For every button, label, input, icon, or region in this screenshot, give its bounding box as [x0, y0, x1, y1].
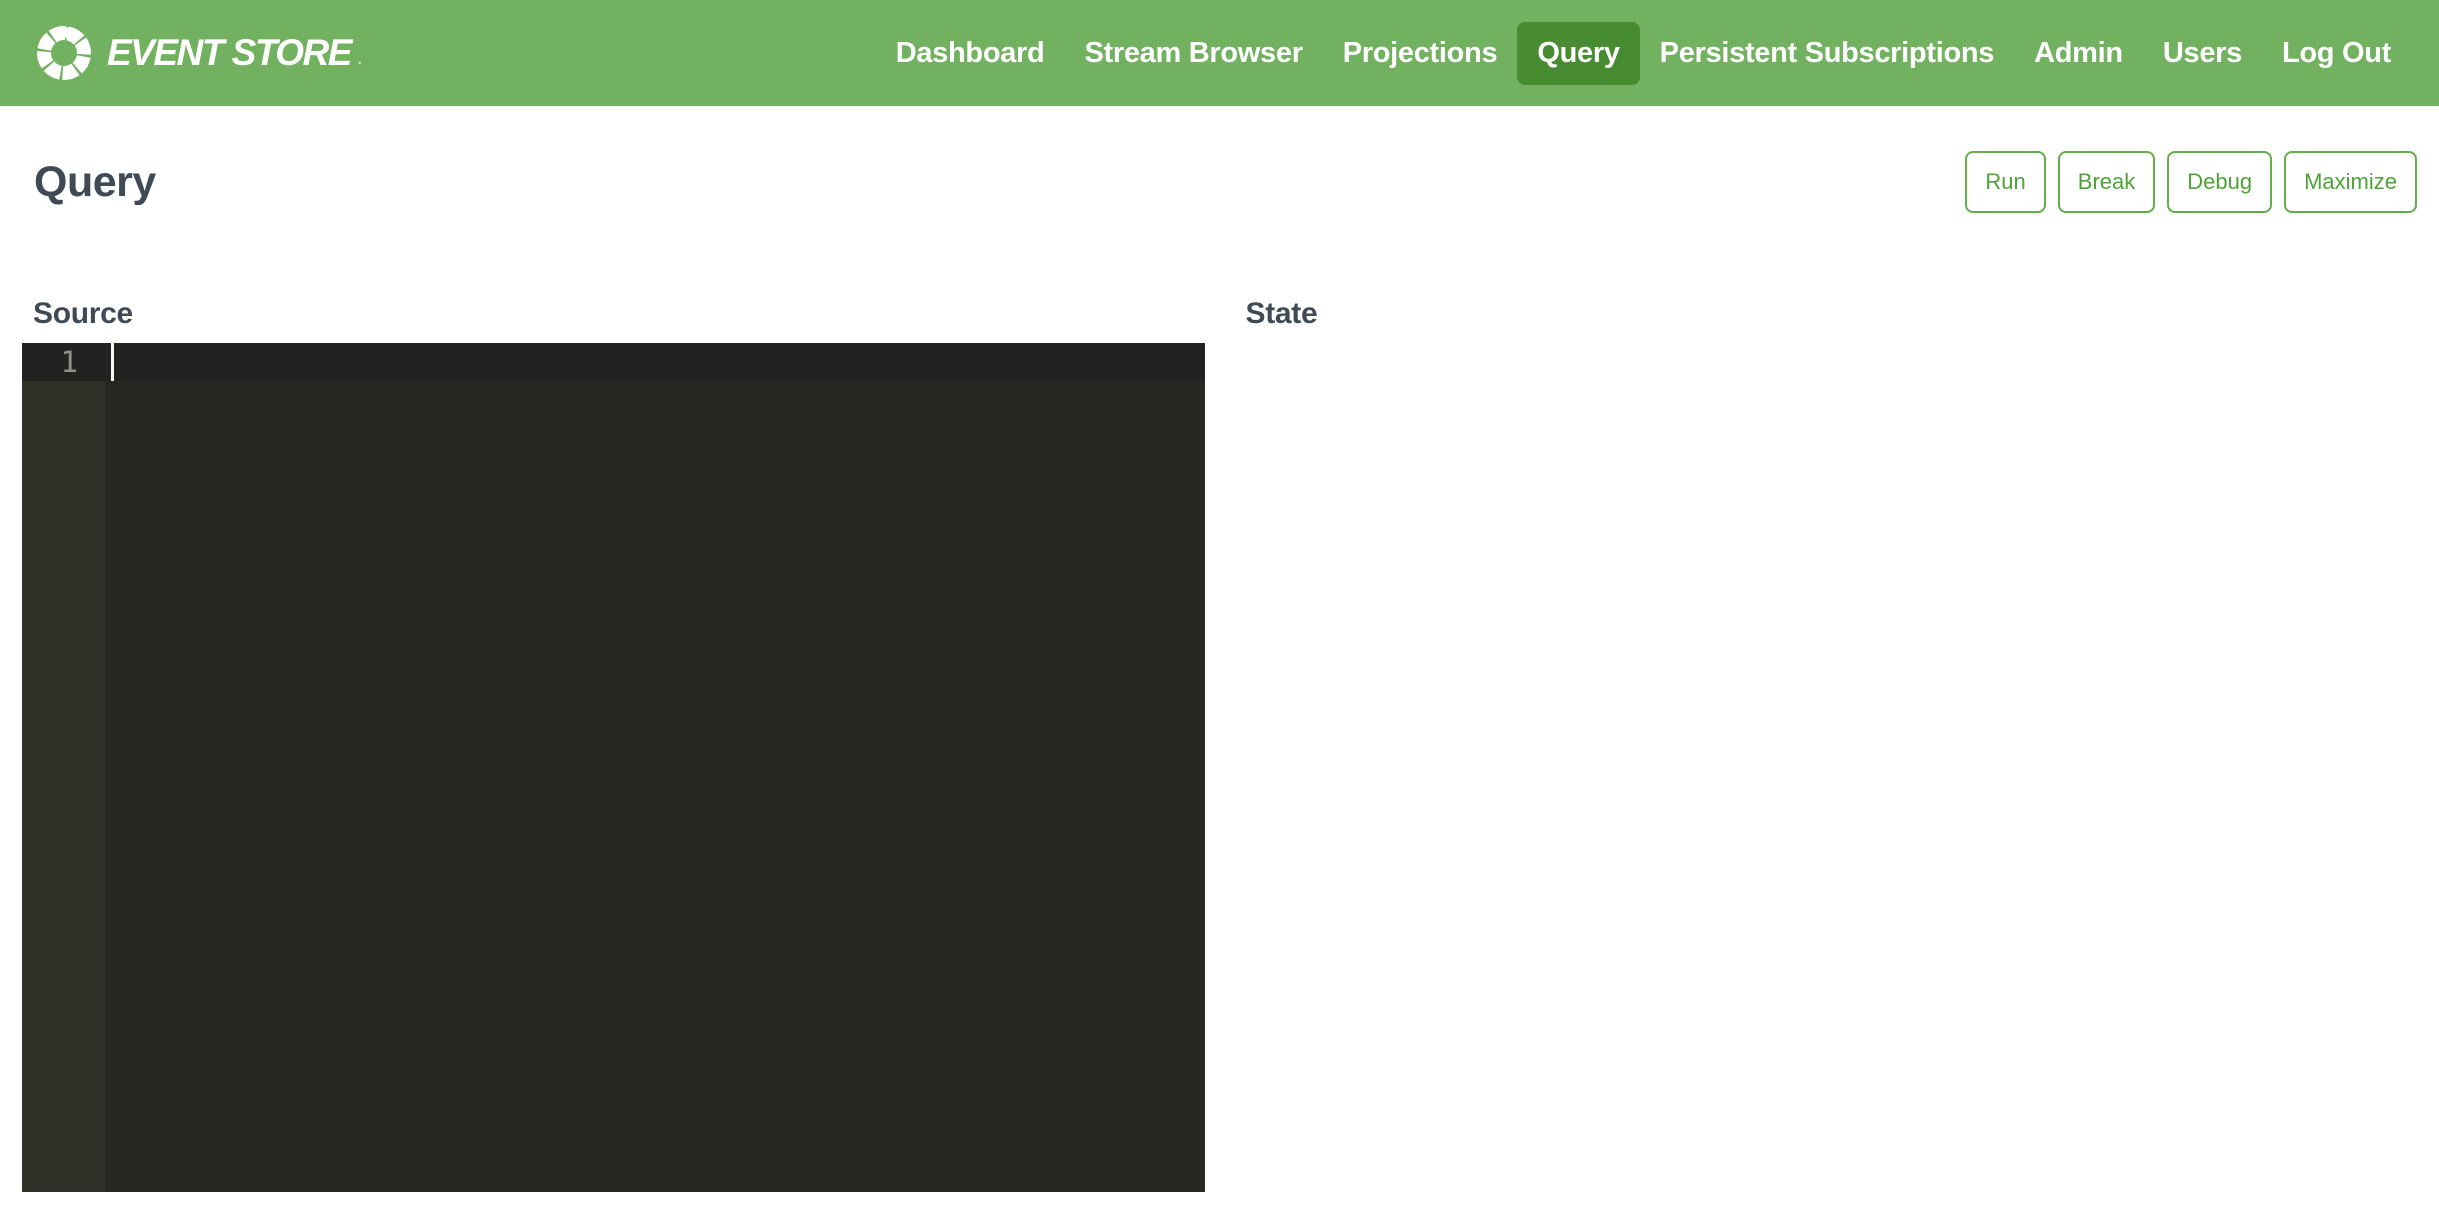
query-page: Query Run Break Debug Maximize Source 1 … [0, 151, 2439, 1192]
nav-item-stream-browser[interactable]: Stream Browser [1064, 22, 1322, 85]
nav-item-projections[interactable]: Projections [1323, 22, 1518, 85]
maximize-button[interactable]: Maximize [2284, 151, 2417, 213]
logo-wordmark: EVENT STORE [107, 32, 351, 74]
nav-item-log-out[interactable]: Log Out [2262, 22, 2411, 85]
state-output [1235, 343, 2418, 443]
editor-gutter [22, 343, 105, 1192]
run-button[interactable]: Run [1965, 151, 2045, 213]
state-panel: State [1235, 297, 2418, 1192]
text-cursor [111, 343, 114, 381]
nav-item-query[interactable]: Query [1517, 22, 1639, 85]
state-panel-label: State [1235, 297, 2418, 331]
page-title: Query [34, 158, 156, 207]
nav-item-persistent-subscriptions[interactable]: Persistent Subscriptions [1640, 22, 2014, 85]
event-store-logo[interactable]: EVENT STORE . [35, 24, 363, 82]
nav-item-dashboard[interactable]: Dashboard [876, 22, 1065, 85]
source-panel: Source 1 [22, 297, 1205, 1192]
nav-item-users[interactable]: Users [2143, 22, 2262, 85]
break-button[interactable]: Break [2058, 151, 2155, 213]
top-navbar: EVENT STORE . Dashboard Stream Browser P… [0, 0, 2439, 106]
editor-line-number: 1 [22, 343, 105, 381]
source-panel-label: Source [22, 297, 1205, 331]
editor-active-line-highlight [22, 343, 1205, 381]
debug-button[interactable]: Debug [2167, 151, 2272, 213]
segmented-ring-icon [35, 24, 93, 82]
nav-menu: Dashboard Stream Browser Projections Que… [876, 22, 2411, 85]
logo-trademark-dot: . [357, 47, 363, 70]
source-state-columns: Source 1 State [22, 297, 2417, 1192]
page-header-row: Query Run Break Debug Maximize [22, 151, 2417, 213]
query-toolbar: Run Break Debug Maximize [1965, 151, 2417, 213]
nav-item-admin[interactable]: Admin [2014, 22, 2143, 85]
query-source-editor[interactable]: 1 [22, 343, 1205, 1192]
